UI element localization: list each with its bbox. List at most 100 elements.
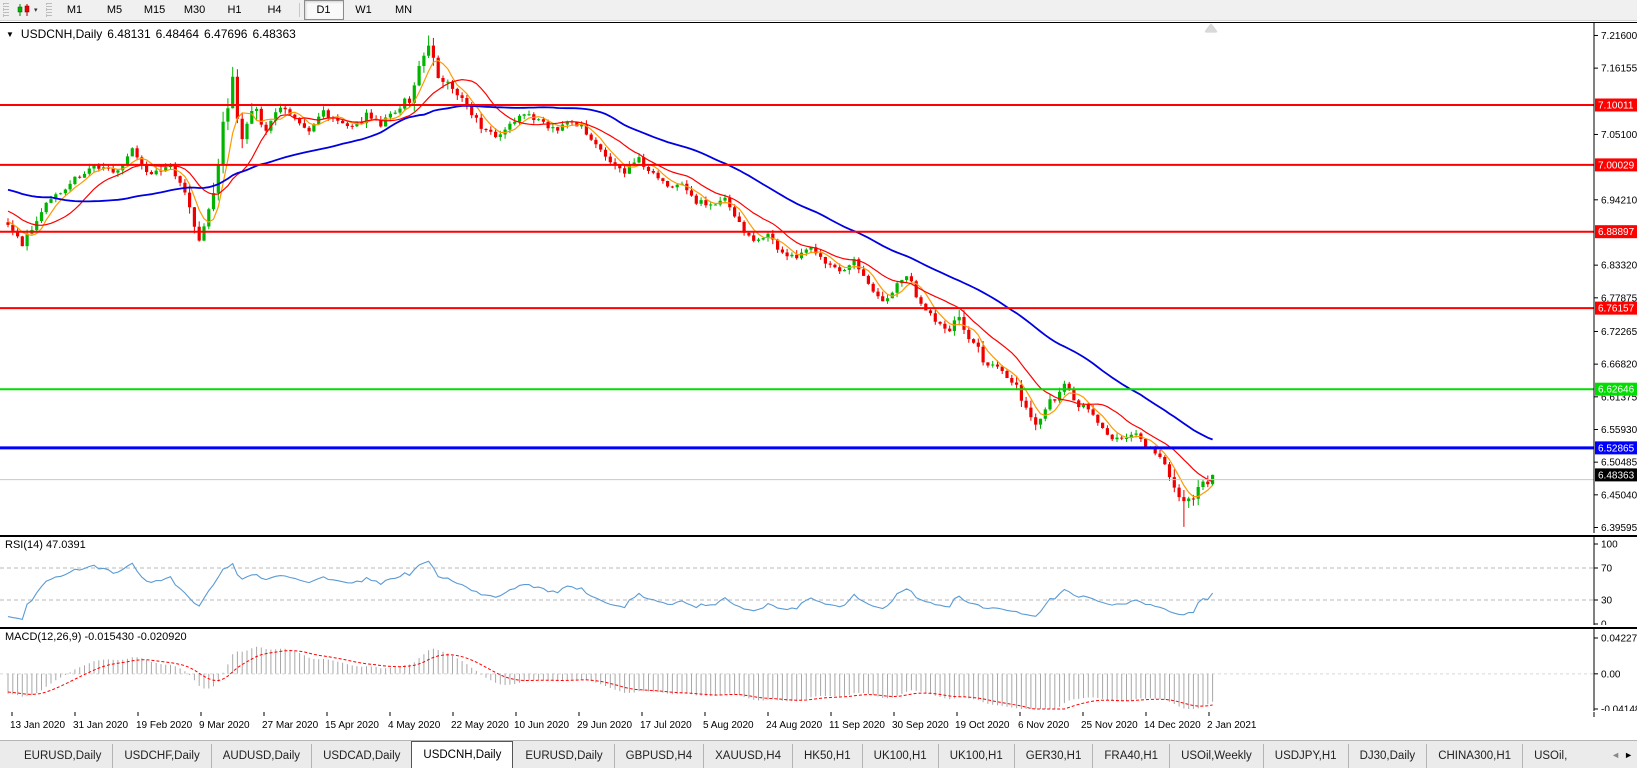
date-label: 24 Aug 2020 xyxy=(766,720,823,731)
date-label: 2 Jan 2021 xyxy=(1207,720,1257,731)
date-label: 27 Mar 2020 xyxy=(262,720,319,731)
timeframe-button-H1[interactable]: H1 xyxy=(215,0,255,20)
chart-tab-usoil[interactable]: USOil, xyxy=(1522,744,1578,768)
timeframe-button-MN[interactable]: MN xyxy=(384,0,424,20)
date-label: 25 Nov 2020 xyxy=(1081,720,1138,731)
chart-title: ▼ USDCNH,Daily 6.48131 6.48464 6.47696 6… xyxy=(6,27,296,41)
svg-text:6.50485: 6.50485 xyxy=(1601,458,1637,469)
svg-text:-0.04148: -0.04148 xyxy=(1601,705,1637,712)
chart-type-button[interactable]: ▾ xyxy=(12,0,43,20)
svg-text:7.10011: 7.10011 xyxy=(1598,101,1634,112)
svg-text:6.76157: 6.76157 xyxy=(1598,304,1635,315)
svg-text:30: 30 xyxy=(1601,596,1613,607)
svg-text:7.16155: 7.16155 xyxy=(1601,64,1637,75)
timeframes-toolbar: ▾ M1 M5 M15 M30 H1 H4 D1 W1 MN xyxy=(0,0,1637,21)
date-label: 31 Jan 2020 xyxy=(73,720,128,731)
svg-text:6.83320: 6.83320 xyxy=(1601,261,1637,272)
date-label: 17 Jul 2020 xyxy=(640,720,692,731)
svg-text:6.72265: 6.72265 xyxy=(1601,327,1637,338)
tab-scroll-arrows: ◄ ► xyxy=(1609,741,1635,768)
date-label: 22 May 2020 xyxy=(451,720,509,731)
chart-tab-ger30-h1[interactable]: GER30,H1 xyxy=(1013,744,1093,768)
rsi-indicator-panel[interactable]: 100 70 30 0 RSI(14) 47.0391 xyxy=(0,536,1637,628)
chart-tab-eurusd-daily[interactable]: EURUSD,Daily xyxy=(513,744,613,768)
date-label: 11 Sep 2020 xyxy=(829,720,885,731)
svg-text:0: 0 xyxy=(1601,620,1607,626)
toolbar-grip[interactable] xyxy=(3,3,9,17)
date-label: 14 Dec 2020 xyxy=(1144,720,1201,731)
svg-text:6.62646: 6.62646 xyxy=(1598,385,1635,396)
chart-tab-usdcad-daily[interactable]: USDCAD,Daily xyxy=(311,744,411,768)
collapse-icon[interactable]: ▼ xyxy=(6,30,14,39)
svg-text:6.52865: 6.52865 xyxy=(1598,443,1635,454)
chart-shift-marker[interactable] xyxy=(1205,24,1217,32)
chart-tab-china300-h1[interactable]: CHINA300,H1 xyxy=(1426,744,1522,768)
chart-tab-usdjpy-h1[interactable]: USDJPY,H1 xyxy=(1262,744,1348,768)
candlestick-chart-icon xyxy=(17,4,30,16)
date-label: 10 Jun 2020 xyxy=(514,720,569,731)
svg-text:6.48363: 6.48363 xyxy=(1598,470,1635,481)
chart-tabs-bar: EURUSD,Daily USDCHF,Daily AUDUSD,Daily USDC… xyxy=(0,740,1637,768)
svg-text:0.042275: 0.042275 xyxy=(1601,634,1637,645)
chart-tab-xauusd-h4[interactable]: XAUUSD,H4 xyxy=(703,744,792,768)
timeframe-button-M5[interactable]: M5 xyxy=(95,0,135,20)
timeframe-buttons-group: M1 M5 M15 M30 H1 H4 D1 W1 MN xyxy=(55,0,424,20)
date-label: 30 Sep 2020 xyxy=(892,720,949,731)
chart-tab-uk100-h1[interactable]: UK100,H1 xyxy=(937,744,1014,768)
date-label: 19 Oct 2020 xyxy=(955,720,1010,731)
toolbar-separator xyxy=(298,3,300,17)
chart-tab-audusd-daily[interactable]: AUDUSD,Daily xyxy=(210,744,311,768)
date-label: 13 Jan 2020 xyxy=(10,720,65,731)
ohlc-open: 6.48131 xyxy=(107,27,151,41)
date-label: 5 Aug 2020 xyxy=(703,720,754,731)
toolbar-grip[interactable] xyxy=(45,3,52,17)
down-candle-bodies xyxy=(6,45,1210,502)
chart-tabs: EURUSD,Daily USDCHF,Daily AUDUSD,Daily USDC… xyxy=(0,741,1578,768)
chart-tab-gbpusd-h4[interactable]: GBPUSD,H4 xyxy=(613,744,703,768)
chart-tab-dj30-daily[interactable]: DJ30,Daily xyxy=(1347,744,1427,768)
chart-tab-uk100-h1[interactable]: UK100,H1 xyxy=(861,744,938,768)
chart-tab-hk50-h1[interactable]: HK50,H1 xyxy=(791,744,862,768)
svg-text:6.55930: 6.55930 xyxy=(1601,425,1637,436)
macd-indicator-panel[interactable]: 0.042275 0.00 -0.04148 MACD(12,26,9) -0.01… xyxy=(0,628,1637,714)
chart-tab-usoil-weekly[interactable]: USOil,Weekly xyxy=(1169,744,1263,768)
main-chart-panel[interactable]: 7.21600 7.16155 7.05100 6.94210 6.83320 6.778… xyxy=(0,22,1637,536)
svg-text:6.88897: 6.88897 xyxy=(1598,227,1635,238)
date-axis-labels: 13 Jan 2020 31 Jan 2020 19 Feb 2020 9 Mar 2… xyxy=(10,712,1595,731)
svg-text:70: 70 xyxy=(1601,564,1613,575)
svg-text:6.45040: 6.45040 xyxy=(1601,490,1637,501)
timeframe-button-D1[interactable]: D1 xyxy=(303,0,344,20)
timeframe-button-M30[interactable]: M30 xyxy=(175,0,215,20)
svg-text:6.94210: 6.94210 xyxy=(1601,195,1637,206)
up-candle-wicks xyxy=(26,35,1214,508)
svg-text:7.05100: 7.05100 xyxy=(1601,130,1637,141)
timeframe-button-M15[interactable]: M15 xyxy=(135,0,175,20)
rsi-line xyxy=(7,560,1214,621)
ohlc-low: 6.47696 xyxy=(204,27,248,41)
chevron-down-icon[interactable]: ▾ xyxy=(34,6,38,14)
date-label: 9 Mar 2020 xyxy=(199,720,250,731)
tab-scroll-right-icon[interactable]: ► xyxy=(1624,750,1633,760)
timeframe-button-M1[interactable]: M1 xyxy=(55,0,95,20)
svg-text:0.00: 0.00 xyxy=(1601,669,1621,680)
date-label: 15 Apr 2020 xyxy=(325,720,379,731)
date-axis[interactable]: 13 Jan 2020 31 Jan 2020 19 Feb 2020 9 Mar 2… xyxy=(0,712,1637,738)
timeframe-button-H4[interactable]: H4 xyxy=(255,0,295,20)
up-candle-bodies xyxy=(25,45,1215,502)
chart-symbol-label: USDCNH,Daily xyxy=(20,27,103,41)
chart-tab-fra40-h1[interactable]: FRA40,H1 xyxy=(1092,744,1169,768)
chart-tab-eurusd-daily[interactable]: EURUSD,Daily xyxy=(12,744,112,768)
macd-histogram xyxy=(7,646,1214,709)
date-label: 4 May 2020 xyxy=(388,720,441,731)
date-label: 6 Nov 2020 xyxy=(1018,720,1070,731)
date-label: 19 Feb 2020 xyxy=(136,720,193,731)
ma-line-5 xyxy=(7,59,1214,498)
candlestick-chart: 7.216007.161557.051006.942106.833206.778… xyxy=(0,23,1637,533)
timeframe-button-W1[interactable]: W1 xyxy=(344,0,384,20)
chart-tab-usdchf-daily[interactable]: USDCHF,Daily xyxy=(112,744,210,768)
chart-tab-usdcnh-daily[interactable]: USDCNH,Daily xyxy=(411,741,514,768)
tab-scroll-left-icon[interactable]: ◄ xyxy=(1611,750,1620,760)
svg-text:6.39595: 6.39595 xyxy=(1601,523,1637,533)
ohlc-high: 6.48464 xyxy=(155,27,200,41)
trading-platform-window: ▾ M1 M5 M15 M30 H1 H4 D1 W1 MN 7.21600 7.16155 7.0… xyxy=(0,0,1637,768)
